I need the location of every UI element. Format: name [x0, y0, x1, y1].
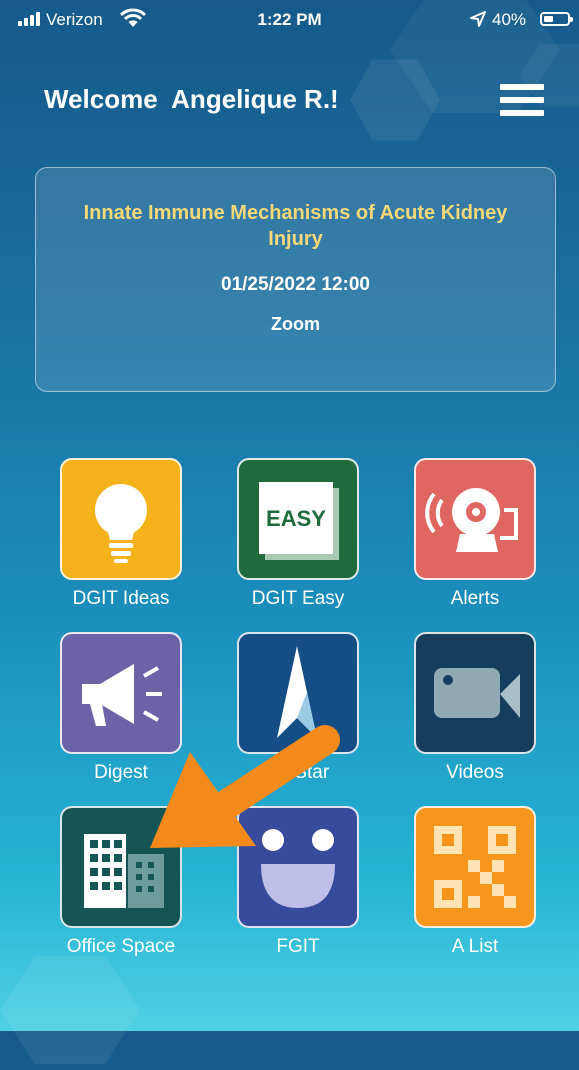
event-card[interactable]: Innate Immune Mechanisms of Acute Kidney…: [35, 167, 556, 392]
office-building-icon: [84, 834, 164, 908]
tile-label: DGIT Ideas: [72, 588, 170, 609]
tile-digest[interactable]: Digest: [56, 632, 186, 784]
tile-north-star-box[interactable]: [237, 632, 359, 754]
megaphone-icon: [82, 664, 162, 726]
status-bar: Verizon 1:22 PM 40%: [0, 0, 579, 40]
north-star-icon: [277, 646, 317, 738]
tile-videos[interactable]: Videos: [410, 632, 540, 784]
background-hexagon: [0, 956, 140, 1064]
easy-text: EASY: [266, 506, 326, 531]
video-camera-icon: [434, 668, 520, 718]
lightbulb-icon: [95, 484, 147, 563]
qr-code-icon: [434, 826, 516, 908]
tile-label: Alerts: [450, 588, 500, 609]
alarm-bell-icon: [425, 488, 518, 552]
battery-icon: [540, 12, 573, 26]
tile-fgit[interactable]: FGIT: [233, 806, 363, 958]
battery-percent: 40%: [492, 10, 527, 29]
tile-alerts[interactable]: Alerts: [410, 458, 540, 610]
event-datetime: 01/25/2022 12:00: [221, 274, 370, 295]
event-location: Zoom: [271, 314, 320, 334]
tile-label: Videos: [446, 762, 504, 783]
tile-dgit-ideas-box[interactable]: [60, 458, 182, 580]
tile-fgit-box[interactable]: [237, 806, 359, 928]
tile-dgit-easy[interactable]: EASY DGIT Easy: [233, 458, 363, 610]
tile-label: Digest: [94, 762, 148, 783]
tile-label: A List: [451, 936, 499, 957]
tile-a-list-box[interactable]: [414, 806, 536, 928]
tile-label: Office Space: [66, 936, 176, 957]
tile-videos-box[interactable]: [414, 632, 536, 754]
tile-label: rth Star: [266, 762, 330, 783]
welcome-title: Welcome Angelique R.!: [44, 84, 339, 114]
tile-dgit-easy-box[interactable]: EASY: [237, 458, 359, 580]
easy-button-icon: EASY: [259, 482, 339, 560]
smiley-face-icon: [261, 829, 335, 908]
tile-office-space-box[interactable]: [60, 806, 182, 928]
tile-digest-box[interactable]: [60, 632, 182, 754]
tile-label: FGIT: [276, 936, 320, 957]
tile-office-space[interactable]: Office Space: [56, 806, 186, 958]
event-title: Innate Immune Mechanisms of Acute Kidney…: [83, 202, 508, 250]
tile-label: DGIT Easy: [251, 588, 345, 609]
tile-dgit-ideas[interactable]: DGIT Ideas: [56, 458, 186, 610]
hamburger-menu-icon[interactable]: [500, 84, 544, 118]
tile-a-list[interactable]: A List: [410, 806, 540, 958]
tile-alerts-box[interactable]: [414, 458, 536, 580]
tile-north-star[interactable]: rth Star: [233, 632, 363, 784]
location-arrow-icon: [470, 11, 486, 27]
